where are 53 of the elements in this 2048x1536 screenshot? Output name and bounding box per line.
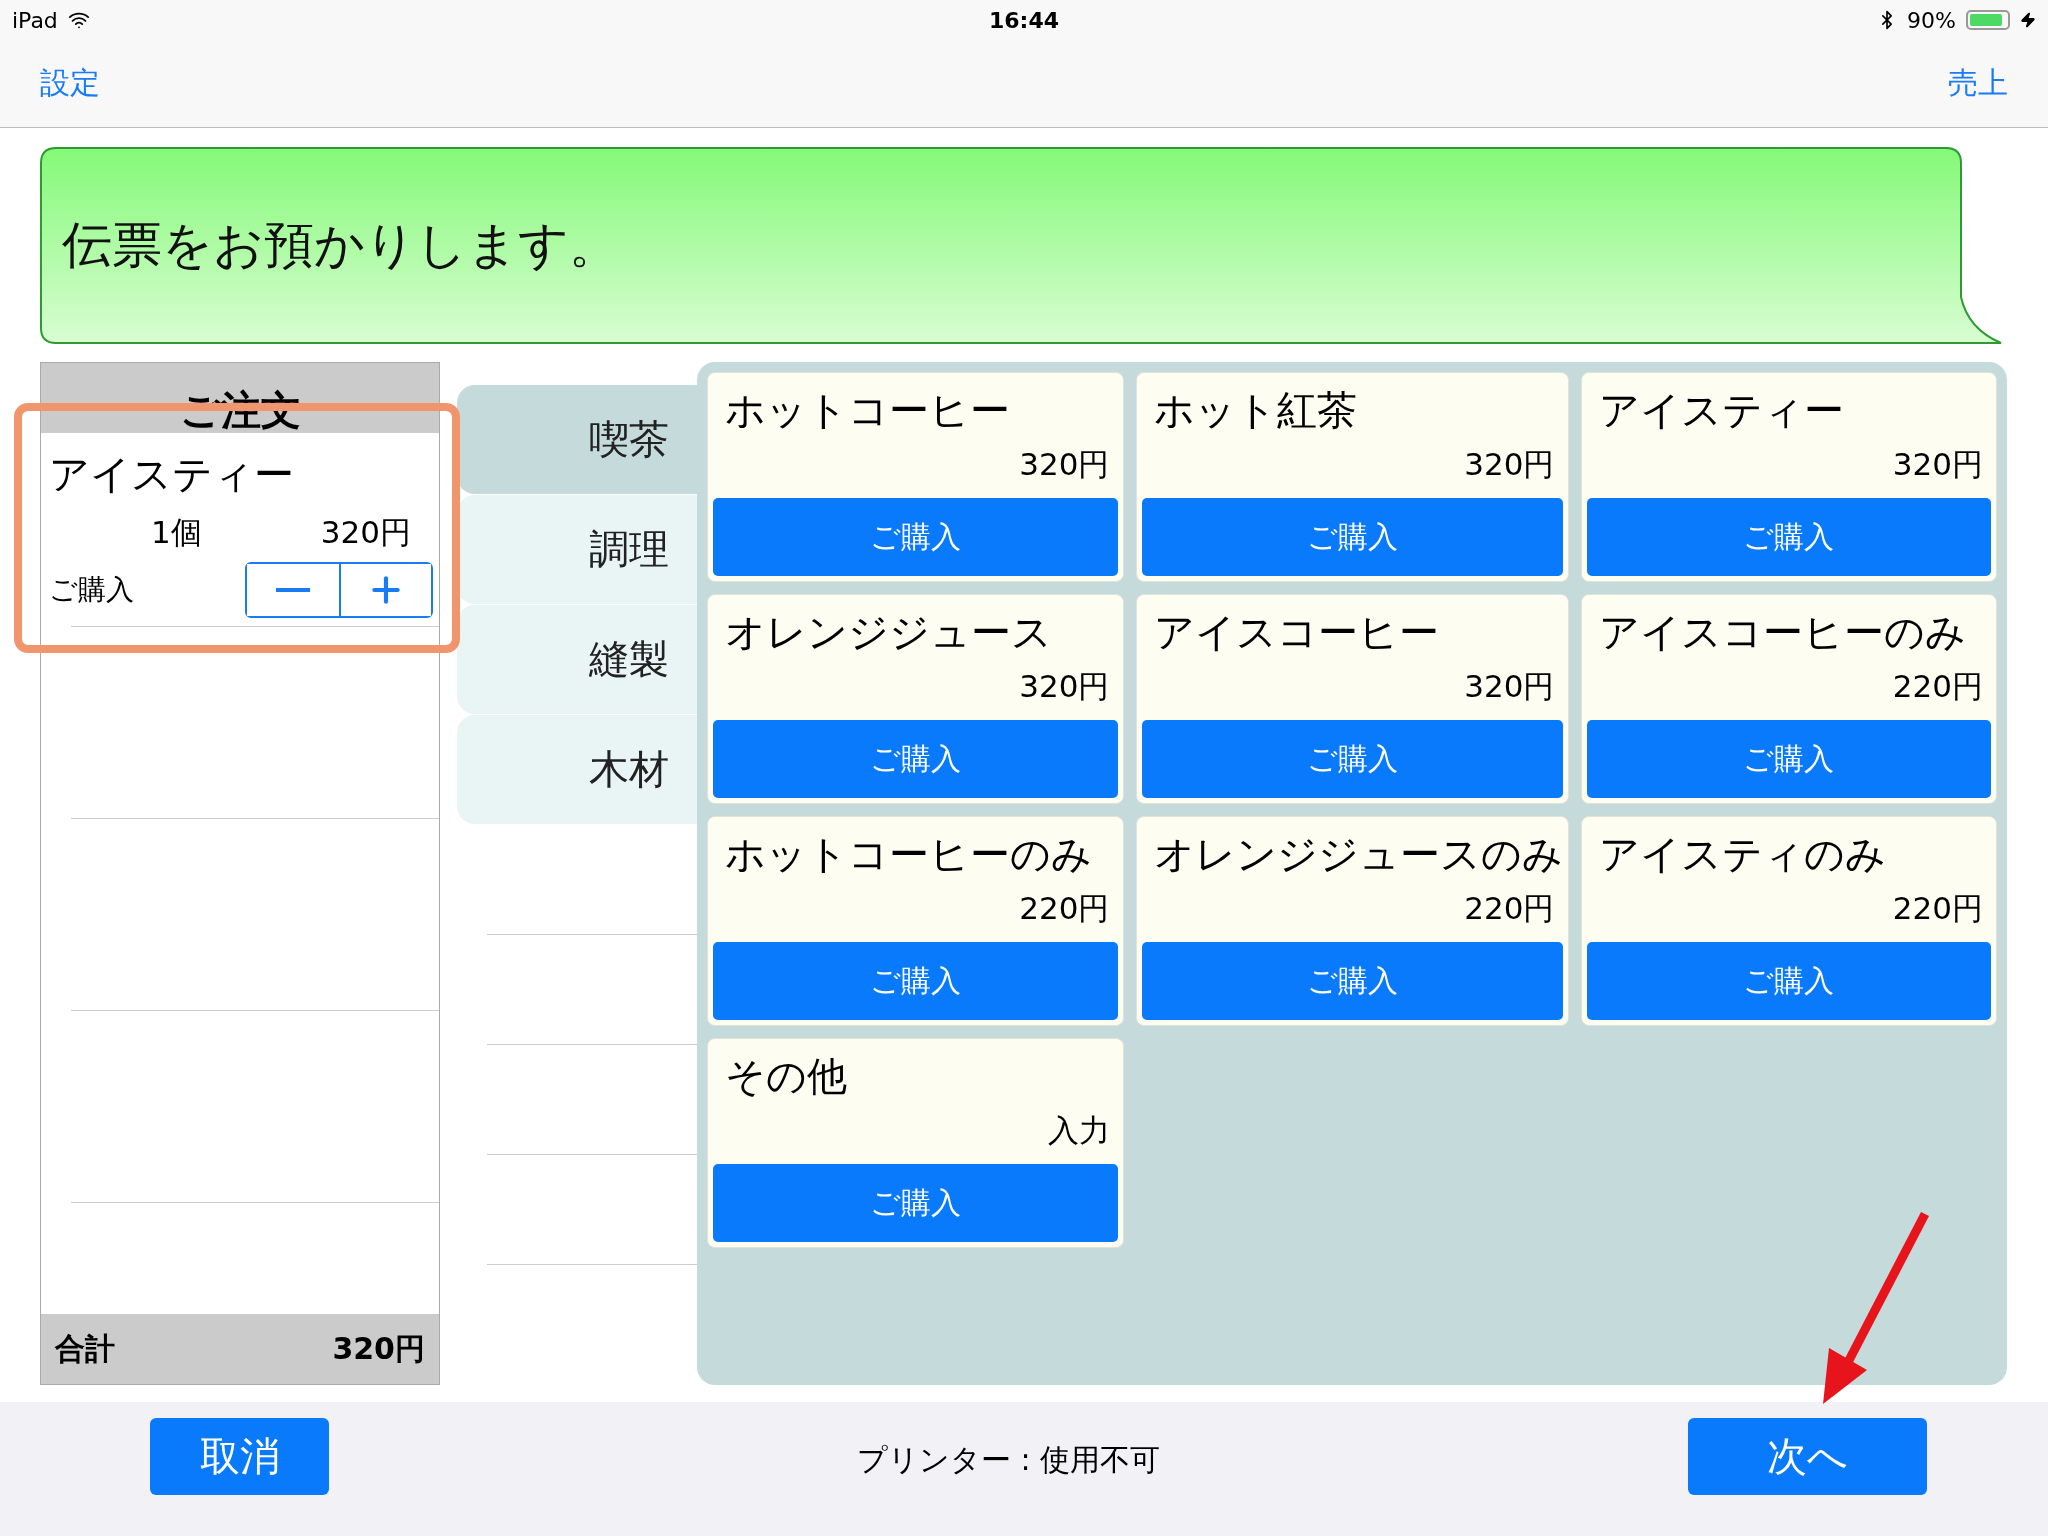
settings-link[interactable]: 設定 [40,63,100,104]
battery-percent: 90% [1907,7,1956,33]
product-name: アイスコーヒーのみ [1597,608,1967,657]
printer-status: プリンター : 使用不可 [856,1441,1161,1479]
total-amount: 320円 [332,1329,425,1368]
cancel-button[interactable]: 取消 [150,1418,329,1495]
product-name: アイスティー [1597,386,1845,435]
item-label: ご購入 [49,572,134,608]
product-price: 220円 [1892,889,1984,928]
product-price: 320円 [1019,667,1111,706]
product-price: 320円 [1464,445,1556,484]
buy-button[interactable]: ご購入 [713,1164,1118,1242]
category-tab[interactable]: 喫茶 [457,385,697,495]
buy-button[interactable]: ご購入 [1141,942,1563,1020]
product-name: アイスコーヒー [1152,608,1440,657]
buy-button[interactable]: ご購入 [1141,720,1563,798]
product-name: ホットコーヒー [724,386,1011,435]
minus-icon [276,588,310,592]
clock: 16:44 [989,7,1059,33]
buy-button[interactable]: ご購入 [1586,942,1991,1020]
product-name: オレンジジュースのみ [1152,830,1563,879]
product-price: 320円 [1892,445,1984,484]
category-tab[interactable]: 調理 [457,495,697,605]
next-button[interactable]: 次へ [1688,1418,1927,1495]
increase-button[interactable] [339,564,431,616]
charging-icon [2020,12,2036,28]
product-name: オレンジジュース [724,608,1053,657]
buy-button[interactable]: ご購入 [1141,498,1563,576]
product-price: 220円 [1019,889,1111,928]
battery-icon [1966,10,2010,30]
category-tab[interactable]: 縫製 [457,605,697,715]
item-price: 320円 [320,513,411,552]
product-price: 320円 [1019,445,1111,484]
total-label: 合計 [55,1329,115,1368]
message-text: 伝票をお預かりします。 [62,215,619,276]
product-price: 入力 [1047,1111,1111,1150]
buy-button[interactable]: ご購入 [713,498,1118,576]
product-price: 220円 [1892,667,1984,706]
item-name: アイスティー [49,450,295,499]
device-name: iPad [12,7,58,33]
buy-button[interactable]: ご購入 [713,720,1118,798]
product-name: その他 [724,1052,848,1101]
product-name: ホットコーヒーのみ [724,830,1093,879]
product-name: アイスティのみ [1597,830,1887,879]
buy-button[interactable]: ご購入 [1586,498,1991,576]
buy-button[interactable]: ご購入 [1586,720,1991,798]
sales-link[interactable]: 売上 [1948,63,2008,104]
item-quantity: 1個 [151,513,202,552]
product-price: 220円 [1464,889,1556,928]
product-price: 320円 [1464,667,1556,706]
product-name: ホット紅茶 [1152,386,1358,435]
category-tab[interactable]: 木材 [457,715,697,825]
buy-button[interactable]: ご購入 [713,942,1118,1020]
